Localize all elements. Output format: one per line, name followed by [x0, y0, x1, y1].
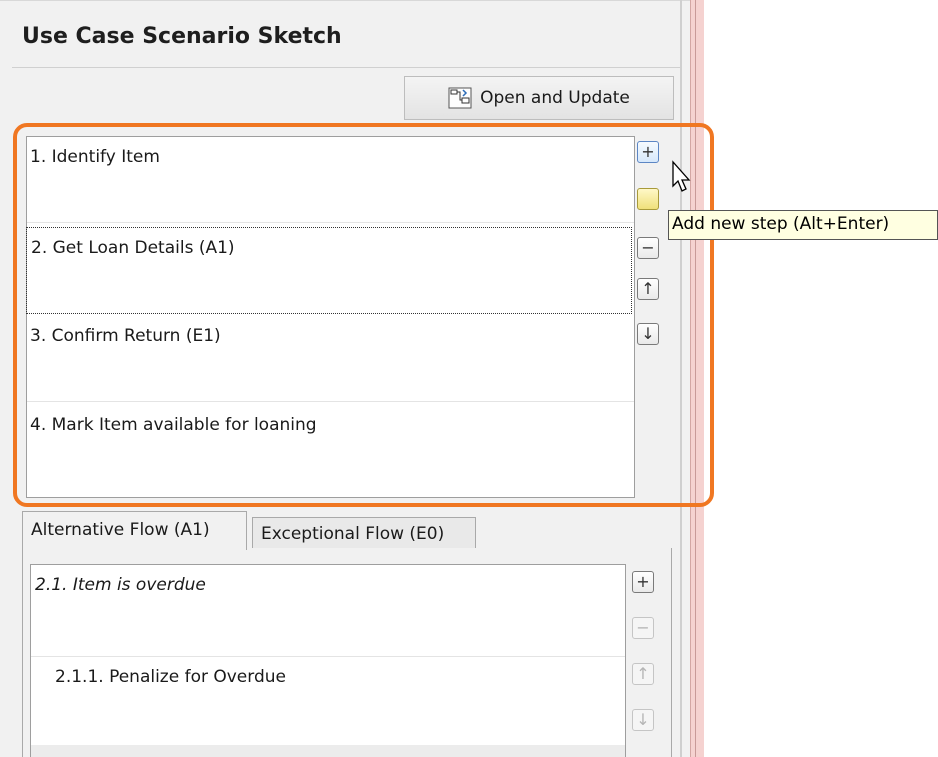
- mouse-pointer-icon: [665, 160, 691, 203]
- title-separator: [12, 67, 680, 68]
- open-and-update-button[interactable]: Open and Update: [404, 76, 674, 120]
- list-item[interactable]: 2.1. Item is overdue: [31, 565, 625, 657]
- flow-step-label: 2.1.1. Penalize for Overdue: [55, 667, 286, 687]
- move-flow-up-button[interactable]: ↑: [632, 663, 654, 685]
- tab-exceptional-flow[interactable]: Exceptional Flow (E0): [252, 517, 476, 549]
- arrow-down-icon: ↓: [636, 710, 650, 729]
- move-flow-down-button[interactable]: ↓: [632, 709, 654, 731]
- minus-icon: −: [636, 618, 650, 637]
- flow-steps-list[interactable]: 2.1. Item is overdue 2.1.1. Penalize for…: [30, 564, 626, 757]
- tab-label: Alternative Flow (A1): [31, 520, 210, 540]
- diagram-update-icon: [448, 87, 472, 109]
- tab-label: Exceptional Flow (E0): [261, 524, 445, 544]
- remove-flow-step-button[interactable]: −: [632, 617, 654, 639]
- open-and-update-label: Open and Update: [480, 88, 630, 108]
- highlight-frame: [13, 123, 714, 507]
- list-footer: [31, 745, 625, 757]
- arrow-up-icon: ↑: [636, 664, 650, 683]
- flow-tabs: Alternative Flow (A1) Exceptional Flow (…: [22, 511, 672, 550]
- tooltip: Add new step (Alt+Enter): [668, 210, 938, 240]
- section-title: Use Case Scenario Sketch: [22, 24, 342, 49]
- tab-alternative-flow[interactable]: Alternative Flow (A1): [22, 511, 247, 550]
- add-flow-step-button[interactable]: +: [632, 571, 654, 593]
- list-item[interactable]: 2.1.1. Penalize for Overdue: [31, 657, 625, 745]
- flow-step-label: 2.1. Item is overdue: [35, 575, 206, 595]
- plus-icon: +: [636, 572, 650, 591]
